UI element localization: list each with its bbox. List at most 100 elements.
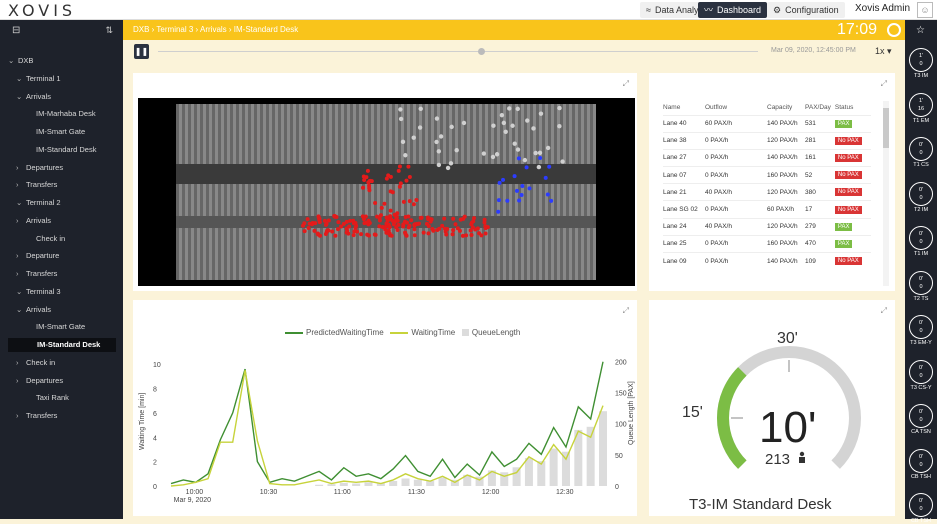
timeline-handle[interactable] <box>478 48 485 55</box>
speed-select[interactable]: 1x ▾ <box>875 46 892 57</box>
sidebar-item[interactable]: ⌄ Arrivals <box>16 90 51 104</box>
area-shortcut[interactable]: 0' 0 <box>909 226 933 250</box>
sidebar-item[interactable]: IM-Marhaba Desk <box>36 107 96 121</box>
chevron-down-icon: ⌄ <box>8 56 15 65</box>
sidebar-item[interactable]: › Transfers <box>16 267 57 281</box>
tree-icon[interactable]: ⊟ <box>12 25 20 36</box>
area-wait: 0' <box>918 275 924 282</box>
sidebar-item[interactable]: › Check in <box>16 356 55 370</box>
user-icon[interactable]: ☺ <box>917 2 933 18</box>
timeline-track[interactable] <box>158 51 758 52</box>
sidebar-item[interactable]: › Arrivals <box>16 214 51 228</box>
table-row[interactable]: Lane 24 40 PAX/h 120 PAX/h 279 PAX <box>663 217 871 236</box>
passenger-dot <box>404 178 409 183</box>
table-row[interactable]: Lane SG 02 0 PAX/h 60 PAX/h 17 No PAX <box>663 200 871 219</box>
gauge-mid-label: 15' <box>682 404 703 421</box>
area-wait: 0' <box>918 364 924 371</box>
area-shortcut[interactable]: 0' 0 <box>909 315 933 339</box>
table-cell: 17 <box>805 200 835 219</box>
sidebar-item[interactable]: ⌄ Terminal 3 <box>16 285 61 299</box>
history-icon[interactable] <box>887 23 901 37</box>
area-shortcut[interactable]: 0' 0 <box>909 270 933 295</box>
sidebar-item[interactable]: ⌄ Terminal 2 <box>16 196 61 210</box>
area-label: T2 IM <box>913 206 929 213</box>
sidebar-item[interactable]: › Transfers <box>16 409 57 423</box>
passenger-dot <box>426 217 431 222</box>
sidebar-item[interactable]: IM-Standard Desk <box>8 338 116 352</box>
area-shortcut[interactable]: 0' 0 <box>909 137 933 161</box>
column-header[interactable]: Capacity <box>767 101 805 115</box>
chevron-right-icon: › <box>16 269 19 278</box>
passenger-dot <box>538 156 543 161</box>
table-cell: 120 PAX/h <box>767 183 805 201</box>
area-shortcut[interactable]: 0' 0 <box>909 181 933 206</box>
sidebar-item[interactable]: › Departure <box>16 249 59 263</box>
breadcrumb-terminal[interactable]: Terminal 3 <box>156 25 193 34</box>
table-row[interactable]: Lane 25 0 PAX/h 160 PAX/h 470 PAX <box>663 234 871 253</box>
area-shortcut[interactable]: 0' 0 <box>909 359 933 384</box>
nav-configuration[interactable]: ⚙ Configuration <box>767 2 845 18</box>
area-shortcut[interactable]: 0' 0 <box>909 493 933 517</box>
column-header[interactable]: Status <box>835 101 871 115</box>
sort-icon[interactable]: ⇅ <box>105 25 113 36</box>
nav-dashboard[interactable]: 〰 Dashboard <box>698 2 768 18</box>
expand-icon[interactable]: ⤢ <box>623 79 629 89</box>
expand-icon[interactable]: ⤢ <box>881 79 887 89</box>
table-row[interactable]: Lane 38 0 PAX/h 120 PAX/h 281 No PAX <box>663 131 871 150</box>
sidebar-item[interactable]: Taxi Rank <box>36 391 69 405</box>
table-cell: Lane 27 <box>663 148 705 167</box>
table-cell: 470 <box>805 234 835 253</box>
waiting-time-chart: 024681005010015020010:00 10:30 11:00 11:30 1… <box>139 359 635 504</box>
table-cell: 0 PAX/h <box>705 148 767 167</box>
sidebar-item[interactable]: ⌄ DXB <box>8 54 33 68</box>
breadcrumb-arrivals[interactable]: Arrivals <box>200 25 227 34</box>
sidebar-item[interactable]: › Departures <box>16 161 63 175</box>
area-shortcut[interactable]: 1' 0 <box>909 48 933 72</box>
star-icon[interactable]: ☆ <box>916 25 925 36</box>
sidebar-item-label: Terminal 1 <box>26 73 61 83</box>
column-header[interactable]: Outflow <box>705 101 767 115</box>
person-icon <box>799 451 805 457</box>
passenger-dot <box>359 232 364 237</box>
sidebar-item[interactable]: IM-Standard Desk <box>36 143 96 157</box>
y-tick-label: 0 <box>153 484 157 491</box>
table-row[interactable]: Lane 07 0 PAX/h 160 PAX/h 52 No PAX <box>663 166 871 184</box>
column-header[interactable]: Name <box>663 101 705 115</box>
timeline-date[interactable]: Mar 09, 2020, 12:45:00 PM <box>771 47 856 54</box>
area-shortcut[interactable]: 0' 0 <box>909 404 933 428</box>
table-scrollbar[interactable] <box>883 101 889 286</box>
passenger-dot <box>339 224 344 229</box>
table-row[interactable]: Lane 40 60 PAX/h 140 PAX/h 531 PAX <box>663 114 871 133</box>
scroll-thumb[interactable] <box>883 108 889 148</box>
passenger-dot <box>330 229 335 234</box>
sidebar-item-label: IM-Standard Desk <box>37 340 101 349</box>
sidebar-item[interactable]: ⌄ Arrivals <box>16 303 51 317</box>
area-shortcut[interactable]: 0' 0 <box>909 448 933 473</box>
sidebar-item[interactable]: › Departures <box>16 374 63 388</box>
column-header[interactable]: PAX/Day <box>805 101 835 115</box>
user-name[interactable]: Xovis Admin <box>855 3 910 14</box>
passenger-dot <box>481 151 487 156</box>
y2-tick-label: 200 <box>615 359 627 366</box>
table-row[interactable]: Lane 21 40 PAX/h 120 PAX/h 380 No PAX <box>663 183 871 201</box>
area-pax: 0 <box>919 461 923 468</box>
sidebar-item[interactable]: IM-Smart Gate <box>36 125 85 139</box>
table-row[interactable]: Lane 09 0 PAX/h 140 PAX/h 109 No PAX <box>663 251 871 270</box>
passenger-dot <box>326 228 331 233</box>
sidebar-item[interactable]: IM-Smart Gate <box>36 320 85 334</box>
breadcrumb-dxb[interactable]: DXB <box>133 25 149 34</box>
passenger-dot <box>483 226 488 231</box>
sidebar-item[interactable]: Check in <box>36 232 65 246</box>
passenger-dot <box>514 188 519 193</box>
sidebar-item[interactable]: ⌄ Terminal 1 <box>16 72 61 86</box>
sidebar-item[interactable]: › Transfers <box>16 178 57 192</box>
passenger-dots <box>301 105 565 238</box>
table-row[interactable]: Lane 27 0 PAX/h 140 PAX/h 161 No PAX <box>663 148 871 167</box>
area-shortcut[interactable]: 1' 16 <box>909 92 933 117</box>
passenger-dot <box>536 164 542 170</box>
passenger-dot <box>417 125 423 130</box>
sidebar-item-label: Taxi Rank <box>36 393 69 403</box>
pause-button[interactable]: ❚❚ <box>134 44 149 59</box>
status-badge: No PAX <box>834 188 862 197</box>
passenger-dot <box>445 165 451 171</box>
